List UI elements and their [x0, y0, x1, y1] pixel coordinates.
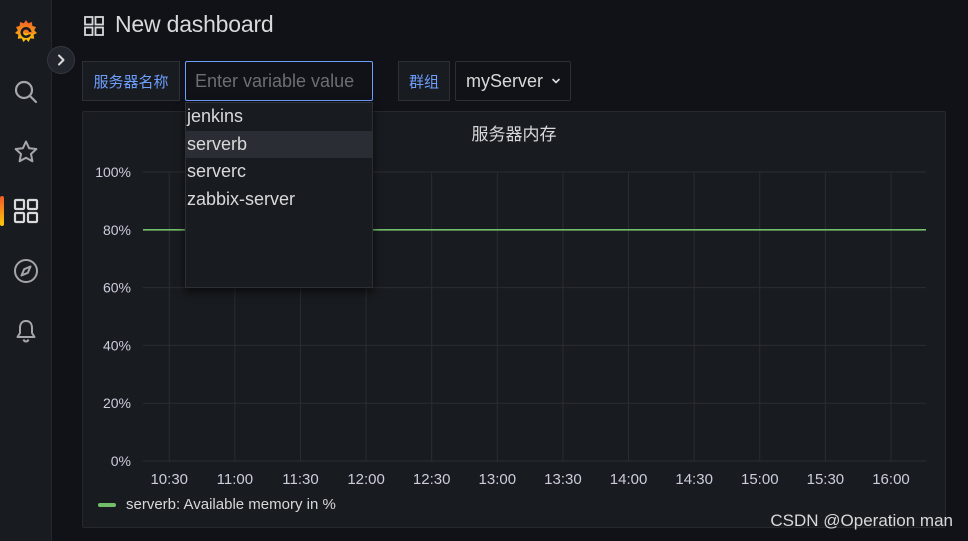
dashboard-grid-icon: [84, 16, 104, 36]
dropdown-option[interactable]: serverc: [186, 158, 372, 186]
bell-icon[interactable]: [0, 309, 52, 353]
x-tick-label: 14:30: [675, 471, 713, 488]
x-tick-label: 11:30: [282, 471, 318, 488]
legend-swatch: [98, 502, 116, 507]
x-tick-label: 11:00: [217, 471, 253, 488]
y-tick-label: 0%: [111, 453, 131, 469]
sidebar-expand-button[interactable]: [47, 46, 75, 74]
group-select-value: myServer: [466, 70, 544, 91]
x-tick-label: 15:30: [807, 471, 845, 488]
dashboards-grid-icon[interactable]: [0, 189, 52, 233]
sidebar: [0, 0, 52, 541]
star-icon[interactable]: [0, 130, 52, 174]
y-tick-label: 80%: [103, 222, 131, 238]
y-tick-label: 20%: [103, 395, 131, 411]
grafana-logo-icon[interactable]: [0, 10, 52, 54]
x-tick-label: 14:00: [610, 471, 648, 488]
group-select[interactable]: myServer: [455, 61, 571, 101]
x-tick-label: 16:00: [872, 471, 910, 488]
chart-legend: serverb: Available memory in %: [98, 496, 336, 513]
x-tick-label: 15:00: [741, 471, 779, 488]
variable-label-server-name: 服务器名称: [82, 61, 180, 101]
y-tick-label: 100%: [95, 164, 131, 180]
watermark: CSDN @Operation man: [770, 511, 953, 530]
compass-icon[interactable]: [0, 249, 52, 293]
x-tick-label: 12:00: [347, 471, 385, 488]
chevron-right-icon: [58, 54, 65, 66]
y-tick-label: 40%: [103, 337, 131, 353]
dashboard-title[interactable]: New dashboard: [115, 11, 274, 38]
variable-label-group: 群组: [398, 61, 450, 101]
dropdown-option[interactable]: zabbix-server: [186, 186, 372, 214]
x-tick-label: 12:30: [413, 471, 451, 488]
server-name-input[interactable]: [185, 61, 373, 101]
dropdown-option[interactable]: serverb: [186, 130, 372, 158]
x-tick-label: 13:30: [544, 471, 582, 488]
server-name-options-dropdown: jenkins serverb serverc zabbix-server: [185, 102, 373, 288]
y-tick-label: 60%: [103, 280, 131, 296]
x-tick-label: 13:00: [479, 471, 517, 488]
search-icon[interactable]: [0, 70, 52, 114]
legend-label[interactable]: serverb: Available memory in %: [126, 496, 336, 513]
x-tick-label: 10:30: [150, 471, 188, 488]
dropdown-option[interactable]: jenkins: [186, 103, 372, 131]
chevron-down-icon: [552, 78, 560, 84]
